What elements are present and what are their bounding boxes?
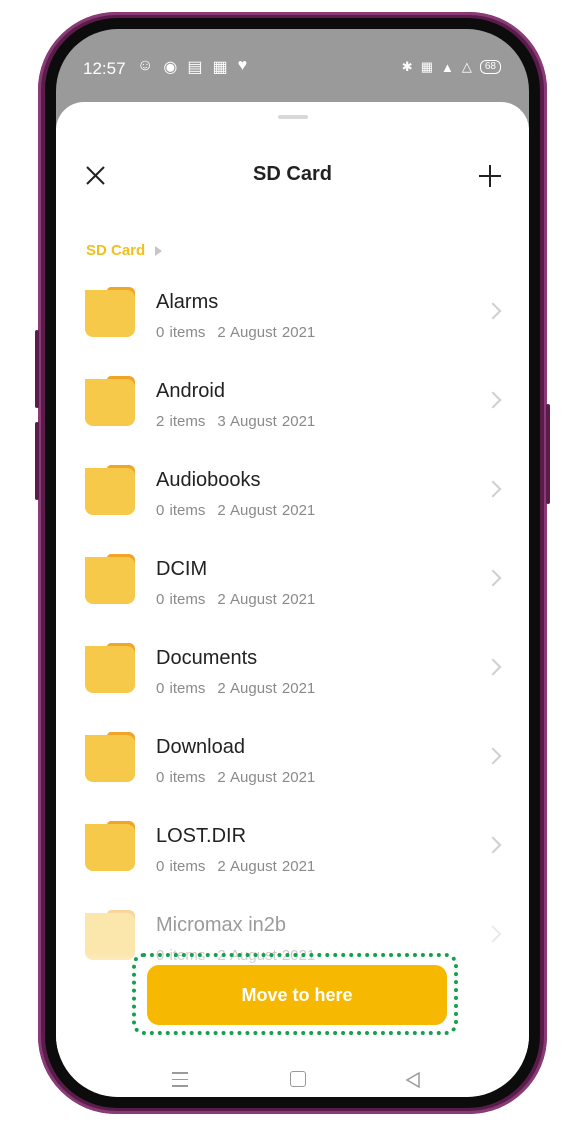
folder-item-count: 0 items — [156, 591, 206, 608]
menu-icon[interactable] — [172, 1072, 188, 1087]
status-icons-right: ✱ ▦ ▲ △ 68 — [402, 59, 501, 75]
volume-button — [35, 330, 39, 408]
sheet-handle[interactable] — [278, 115, 308, 119]
folder-item-count: 0 items — [156, 324, 206, 341]
chevron-right-icon — [484, 836, 502, 854]
folder-name: LOST.DIR — [156, 825, 247, 847]
folder-name: Micromax in2b — [156, 914, 287, 936]
folder-meta: 0 items 2 August 2021 — [156, 324, 315, 341]
move-to-here-button[interactable]: Move to here — [147, 965, 447, 1025]
page-title: SD Card — [253, 163, 332, 185]
chevron-right-icon — [484, 747, 502, 765]
record-icon: ◉ — [163, 59, 178, 76]
folder-date: 2 August 2021 — [217, 769, 316, 786]
home-icon[interactable] — [290, 1071, 306, 1087]
folder-row-audiobooks[interactable]: Audiobooks 0 items 2 August 2021 — [56, 449, 529, 538]
folder-icon — [85, 821, 135, 871]
folder-name: Documents — [156, 647, 258, 669]
breadcrumb-arrow-icon — [155, 245, 163, 256]
chevron-right-icon — [484, 480, 502, 498]
folder-row-download[interactable]: Download 0 items 2 August 2021 — [56, 716, 529, 805]
nav-bar — [56, 1067, 529, 1097]
bluetooth-icon: ✱ — [401, 59, 413, 74]
chevron-right-icon — [484, 925, 502, 943]
folder-icon — [85, 465, 135, 515]
account-icon: ☺ — [137, 57, 154, 74]
volume-button-2 — [35, 422, 39, 500]
folder-item-count: 0 items — [156, 502, 206, 519]
folder-meta: 0 items 2 August 2021 — [156, 502, 315, 519]
folder-meta: 0 items 2 August 2021 — [156, 769, 315, 786]
folder-row-documents[interactable]: Documents 0 items 2 August 2021 — [56, 627, 529, 716]
status-bar: 12:57 ☺ ◉ ▤ ▦ ♥ ✱ ▦ ▲ △ 68 — [56, 29, 529, 89]
phone-bezel: 12:57 ☺ ◉ ▤ ▦ ♥ ✱ ▦ ▲ △ 68 SD Card SD Ca… — [45, 18, 540, 1108]
battery-icon: 68 — [479, 60, 501, 74]
back-icon[interactable] — [404, 1071, 422, 1089]
folder-meta: 2 items 3 August 2021 — [156, 413, 315, 430]
folder-icon — [85, 376, 135, 426]
folder-name: Alarms — [156, 291, 219, 313]
folder-icon — [85, 732, 135, 782]
phone-frame: 12:57 ☺ ◉ ▤ ▦ ♥ ✱ ▦ ▲ △ 68 SD Card SD Ca… — [35, 12, 550, 1114]
folder-row-lost-dir[interactable]: LOST.DIR 0 items 2 August 2021 — [56, 805, 529, 894]
folder-item-count: 0 items — [156, 680, 206, 697]
plus-icon — [479, 165, 501, 187]
top-bar: SD Card — [56, 157, 529, 197]
folder-date: 2 August 2021 — [217, 680, 316, 697]
status-time: 12:57 — [83, 59, 126, 78]
folder-item-count: 0 items — [156, 769, 206, 786]
folder-icon — [85, 643, 135, 693]
folder-row-android[interactable]: Android 2 items 3 August 2021 — [56, 360, 529, 449]
power-button — [546, 404, 550, 504]
folder-item-count: 2 items — [156, 413, 206, 430]
screen: 12:57 ☺ ◉ ▤ ▦ ♥ ✱ ▦ ▲ △ 68 SD Card SD Ca… — [56, 29, 529, 1097]
chevron-right-icon — [484, 569, 502, 587]
signal-icon: △ — [461, 59, 472, 74]
breadcrumb: SD Card — [86, 242, 163, 259]
folder-date: 2 August 2021 — [217, 591, 316, 608]
move-sheet: SD Card SD Card Alarms 0 items 2 August … — [56, 102, 529, 1097]
folder-name: Audiobooks — [156, 469, 261, 491]
volte-icon: ▦ — [420, 59, 433, 74]
4g-signal-icon: ▲ — [441, 59, 454, 75]
chevron-right-icon — [484, 302, 502, 320]
chevron-right-icon — [484, 658, 502, 676]
folder-row-dcim[interactable]: DCIM 0 items 2 August 2021 — [56, 538, 529, 627]
folder-meta: 0 items 2 August 2021 — [156, 858, 315, 875]
folder-icon — [85, 287, 135, 337]
chevron-right-icon — [484, 391, 502, 409]
folder-item-count: 0 items — [156, 858, 206, 875]
sim2-icon: ▦ — [212, 59, 228, 76]
folder-name: DCIM — [156, 558, 208, 580]
folder-date: 2 August 2021 — [217, 324, 316, 341]
folder-date: 3 August 2021 — [217, 413, 316, 430]
heart-icon: ♥ — [237, 57, 248, 74]
folder-meta: 0 items 2 August 2021 — [156, 591, 315, 608]
breadcrumb-item[interactable]: SD Card — [86, 242, 145, 259]
folder-name: Android — [156, 380, 225, 402]
add-folder-button[interactable] — [475, 161, 505, 191]
folder-date: 2 August 2021 — [217, 858, 316, 875]
folder-name: Download — [156, 736, 245, 758]
folder-date: 2 August 2021 — [217, 502, 316, 519]
status-icons-left: ☺ ◉ ▤ ▦ ♥ — [137, 57, 247, 77]
folder-icon — [85, 554, 135, 604]
sim-icon: ▤ — [187, 59, 203, 76]
folder-row-alarms[interactable]: Alarms 0 items 2 August 2021 — [56, 271, 529, 360]
folder-meta: 0 items 2 August 2021 — [156, 680, 315, 697]
